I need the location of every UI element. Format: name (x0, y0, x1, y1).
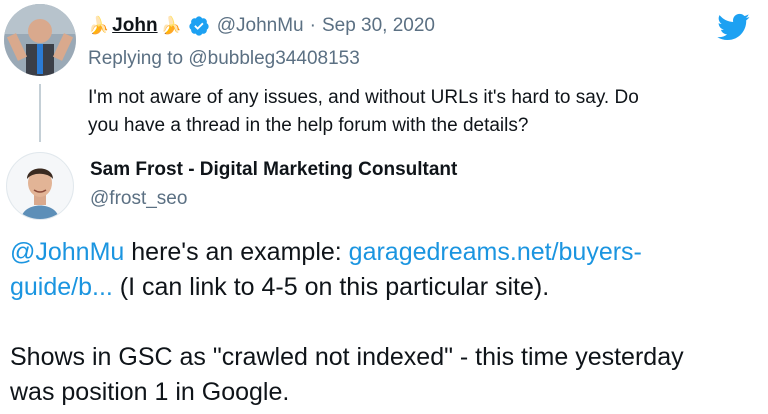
avatar-sam[interactable] (6, 152, 74, 220)
reply-text-part1: here's an example: (124, 238, 349, 266)
author-name: John (112, 15, 158, 36)
reply-text-line3: Shows in GSC as "crawled not indexed" - … (10, 343, 684, 371)
tweet-header: 🍌 John 🍌 @JohnMu · Sep 30, 2020 (88, 12, 435, 40)
banana-emoji-right: 🍌 (160, 16, 182, 35)
reply-text-line1: @JohnMu here's an example: garagedreams.… (10, 235, 760, 270)
tweet-date[interactable]: Sep 30, 2020 (322, 15, 435, 37)
reply-author-handle[interactable]: @frost_seo (90, 188, 187, 210)
reply-blank-line (10, 305, 760, 340)
replying-to[interactable]: Replying to @bubbleg34408153 (88, 48, 360, 70)
tweet-text: I'm not aware of any issues, and without… (88, 84, 758, 140)
reply-text: @JohnMu here's an example: garagedreams.… (10, 235, 760, 410)
verified-badge-icon (188, 15, 210, 37)
thread-line (39, 84, 41, 142)
avatar-john[interactable] (4, 4, 76, 76)
mention-link[interactable]: @JohnMu (10, 238, 124, 266)
banana-emoji-left: 🍌 (88, 16, 110, 35)
author-handle[interactable]: @JohnMu (217, 15, 304, 37)
url-link-part2[interactable]: guide/b... (10, 273, 113, 301)
twitter-bird-icon[interactable] (716, 10, 750, 44)
meta-separator: · (309, 15, 316, 36)
reply-text-part2: (I can link to 4-5 on this particular si… (112, 273, 550, 301)
url-link-part1[interactable]: garagedreams.net/buyers- (349, 238, 642, 266)
reply-text-line4: was position 1 in Google. (10, 378, 290, 406)
tweet-text-line2: you have a thread in the help forum with… (88, 115, 529, 136)
avatar-sam-image (7, 153, 73, 219)
avatar-john-image (4, 4, 76, 76)
tweet-text-line1: I'm not aware of any issues, and without… (88, 87, 639, 108)
author-name-link[interactable]: 🍌 John 🍌 (88, 15, 182, 37)
reply-author-name[interactable]: Sam Frost - Digital Marketing Consultant (90, 159, 457, 181)
reply-text-line2: guide/b... (I can link to 4-5 on this pa… (10, 270, 760, 305)
